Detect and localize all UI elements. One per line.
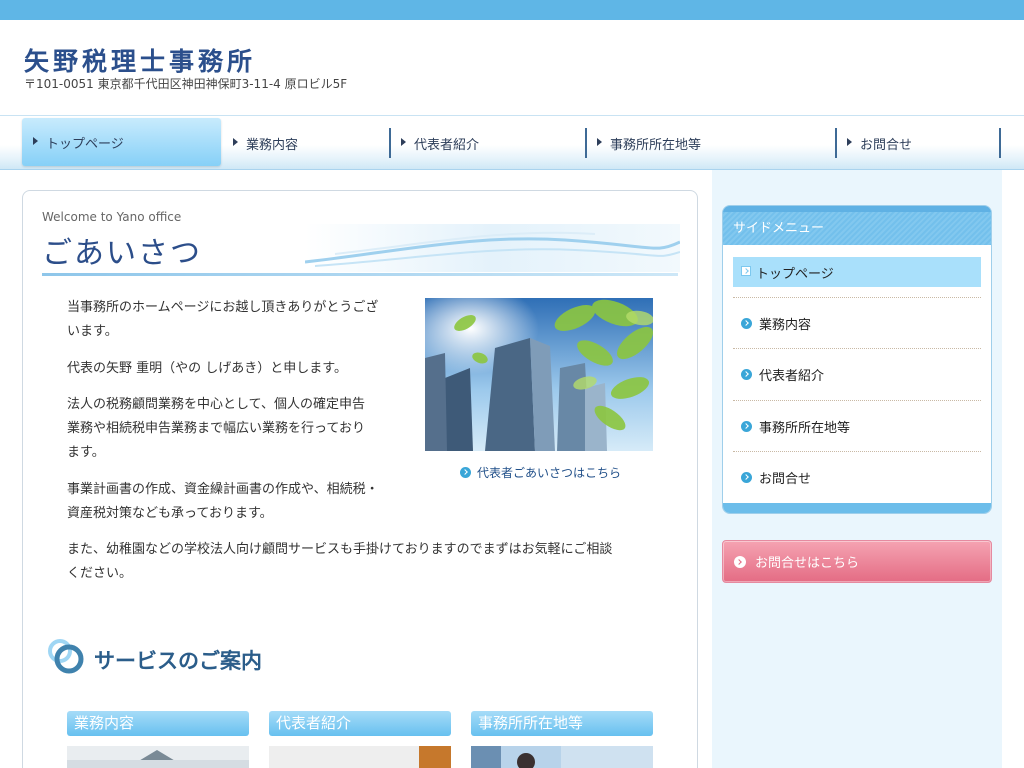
site-address: 〒101-0051 東京都千代田区神田神保町3-11-4 原ロビル5F bbox=[24, 77, 348, 91]
text-line: 代表の矢野 重明（やの しげあき）と申します。 bbox=[67, 361, 347, 376]
office-building-photo bbox=[425, 298, 653, 451]
rings-icon bbox=[48, 639, 84, 674]
text-line: ます。 bbox=[67, 445, 105, 460]
side-divider bbox=[733, 348, 981, 349]
service-image-representative[interactable] bbox=[269, 746, 451, 768]
side-divider bbox=[733, 297, 981, 298]
arrow-circle-icon bbox=[741, 421, 752, 432]
side-item-label: 事務所所在地等 bbox=[759, 420, 851, 436]
nav-item-label: 事務所所在地等 bbox=[610, 137, 702, 153]
nav-divider bbox=[999, 128, 1001, 158]
service-tab-representative[interactable]: 代表者紹介 bbox=[269, 711, 451, 736]
side-item-office-location[interactable]: 事務所所在地等 bbox=[733, 411, 981, 441]
side-item-label: 業務内容 bbox=[759, 317, 812, 333]
nav-item-office-location[interactable]: 事務所所在地等 bbox=[586, 127, 834, 159]
nav-item-label: お問合せ bbox=[860, 137, 913, 153]
triangle-right-icon bbox=[401, 138, 406, 146]
intro-paragraph-4: 事業計画書の作成、資金繰計画書の作成や、相続税・ 資産税対策なども承っております… bbox=[67, 478, 379, 526]
side-item-contact[interactable]: お問合せ bbox=[733, 462, 981, 492]
service-tab-office-location[interactable]: 事務所所在地等 bbox=[471, 711, 653, 736]
service-image-services[interactable] bbox=[67, 746, 249, 768]
welcome-subtitle: Welcome to Yano office bbox=[42, 210, 182, 224]
wave-decoration-icon bbox=[305, 224, 680, 272]
intro-paragraph-1: 当事務所のホームページにお越し頂きありがとうござ います。 bbox=[67, 296, 378, 344]
intro-paragraph-3: 法人の税務顧問業務を中心として、個人の確定申告 業務や相続税申告業務まで幅広い業… bbox=[67, 393, 365, 465]
triangle-right-icon bbox=[33, 137, 38, 145]
text-line: ください。 bbox=[67, 566, 133, 581]
service-tab-services[interactable]: 業務内容 bbox=[67, 711, 249, 736]
intro-paragraph-2: 代表の矢野 重明（やの しげあき）と申します。 bbox=[67, 357, 347, 381]
triangle-right-icon bbox=[597, 138, 602, 146]
nav-item-label: トップページ bbox=[46, 136, 124, 152]
text-line: 資産税対策なども承っております。 bbox=[67, 506, 273, 521]
side-divider bbox=[733, 400, 981, 401]
arrow-circle-icon bbox=[741, 369, 752, 380]
page-title: ごあいさつ bbox=[42, 236, 202, 271]
services-heading: サービスのご案内 bbox=[94, 649, 262, 673]
side-menu-header: サイドメニュー bbox=[723, 206, 991, 245]
side-item-top[interactable]: トップページ bbox=[733, 257, 981, 287]
nav-item-contact[interactable]: お問合せ bbox=[836, 127, 998, 159]
side-menu-footer bbox=[723, 503, 991, 513]
side-item-label: お問合せ bbox=[759, 471, 812, 487]
triangle-right-icon bbox=[233, 138, 238, 146]
link-label: 代表者ごあいさつはこちら bbox=[477, 466, 622, 480]
site-title[interactable]: 矢野税理士事務所 bbox=[24, 42, 256, 78]
side-divider bbox=[733, 451, 981, 452]
triangle-right-icon bbox=[847, 138, 852, 146]
nav-item-services[interactable]: 業務内容 bbox=[222, 127, 388, 159]
side-item-representative[interactable]: 代表者紹介 bbox=[733, 359, 981, 389]
side-item-label: 代表者紹介 bbox=[759, 368, 825, 384]
site-header: 矢野税理士事務所 〒101-0051 東京都千代田区神田神保町3-11-4 原ロ… bbox=[0, 20, 1024, 116]
title-underline bbox=[42, 273, 678, 276]
side-item-label: トップページ bbox=[756, 266, 834, 282]
arrow-circle-icon bbox=[734, 556, 746, 568]
arrow-square-icon bbox=[741, 266, 751, 276]
text-line: 当事務所のホームページにお越し頂きありがとうござ bbox=[67, 300, 379, 315]
text-line: 事業計画書の作成、資金繰計画書の作成や、相続税・ bbox=[67, 482, 379, 497]
global-nav: トップページ 業務内容 代表者紹介 事務所所在地等 お問合せ bbox=[0, 115, 1024, 170]
side-item-services[interactable]: 業務内容 bbox=[733, 308, 981, 338]
arrow-circle-icon bbox=[741, 318, 752, 329]
nav-item-label: 代表者紹介 bbox=[414, 137, 480, 153]
nav-item-representative[interactable]: 代表者紹介 bbox=[390, 127, 584, 159]
arrow-circle-icon bbox=[460, 467, 471, 478]
service-image-office-location[interactable] bbox=[471, 746, 653, 768]
nav-item-label: 業務内容 bbox=[246, 137, 299, 153]
nav-item-top[interactable]: トップページ bbox=[22, 118, 221, 166]
top-accent-bar bbox=[0, 0, 1024, 20]
arrow-circle-icon bbox=[741, 472, 752, 483]
text-line: 業務や相続税申告業務まで幅広い業務を行っており bbox=[67, 421, 365, 436]
text-line: 法人の税務顧問業務を中心として、個人の確定申告 bbox=[67, 397, 365, 412]
contact-button-label: お問合せはこちら bbox=[755, 556, 860, 571]
text-line: います。 bbox=[67, 324, 118, 339]
contact-button[interactable]: お問合せはこちら bbox=[722, 540, 992, 583]
text-line: また、幼稚園などの学校法人向け顧問サービスも手掛けておりますのでまずはお気軽にご… bbox=[67, 542, 613, 557]
intro-paragraph-5: また、幼稚園などの学校法人向け顧問サービスも手掛けておりますのでまずはお気軽にご… bbox=[67, 538, 612, 586]
side-menu: サイドメニュー トップページ 業務内容 代表者紹介 事務所所在地等 お問合せ bbox=[722, 205, 992, 514]
representative-greeting-link[interactable]: 代表者ごあいさつはこちら bbox=[460, 464, 621, 481]
